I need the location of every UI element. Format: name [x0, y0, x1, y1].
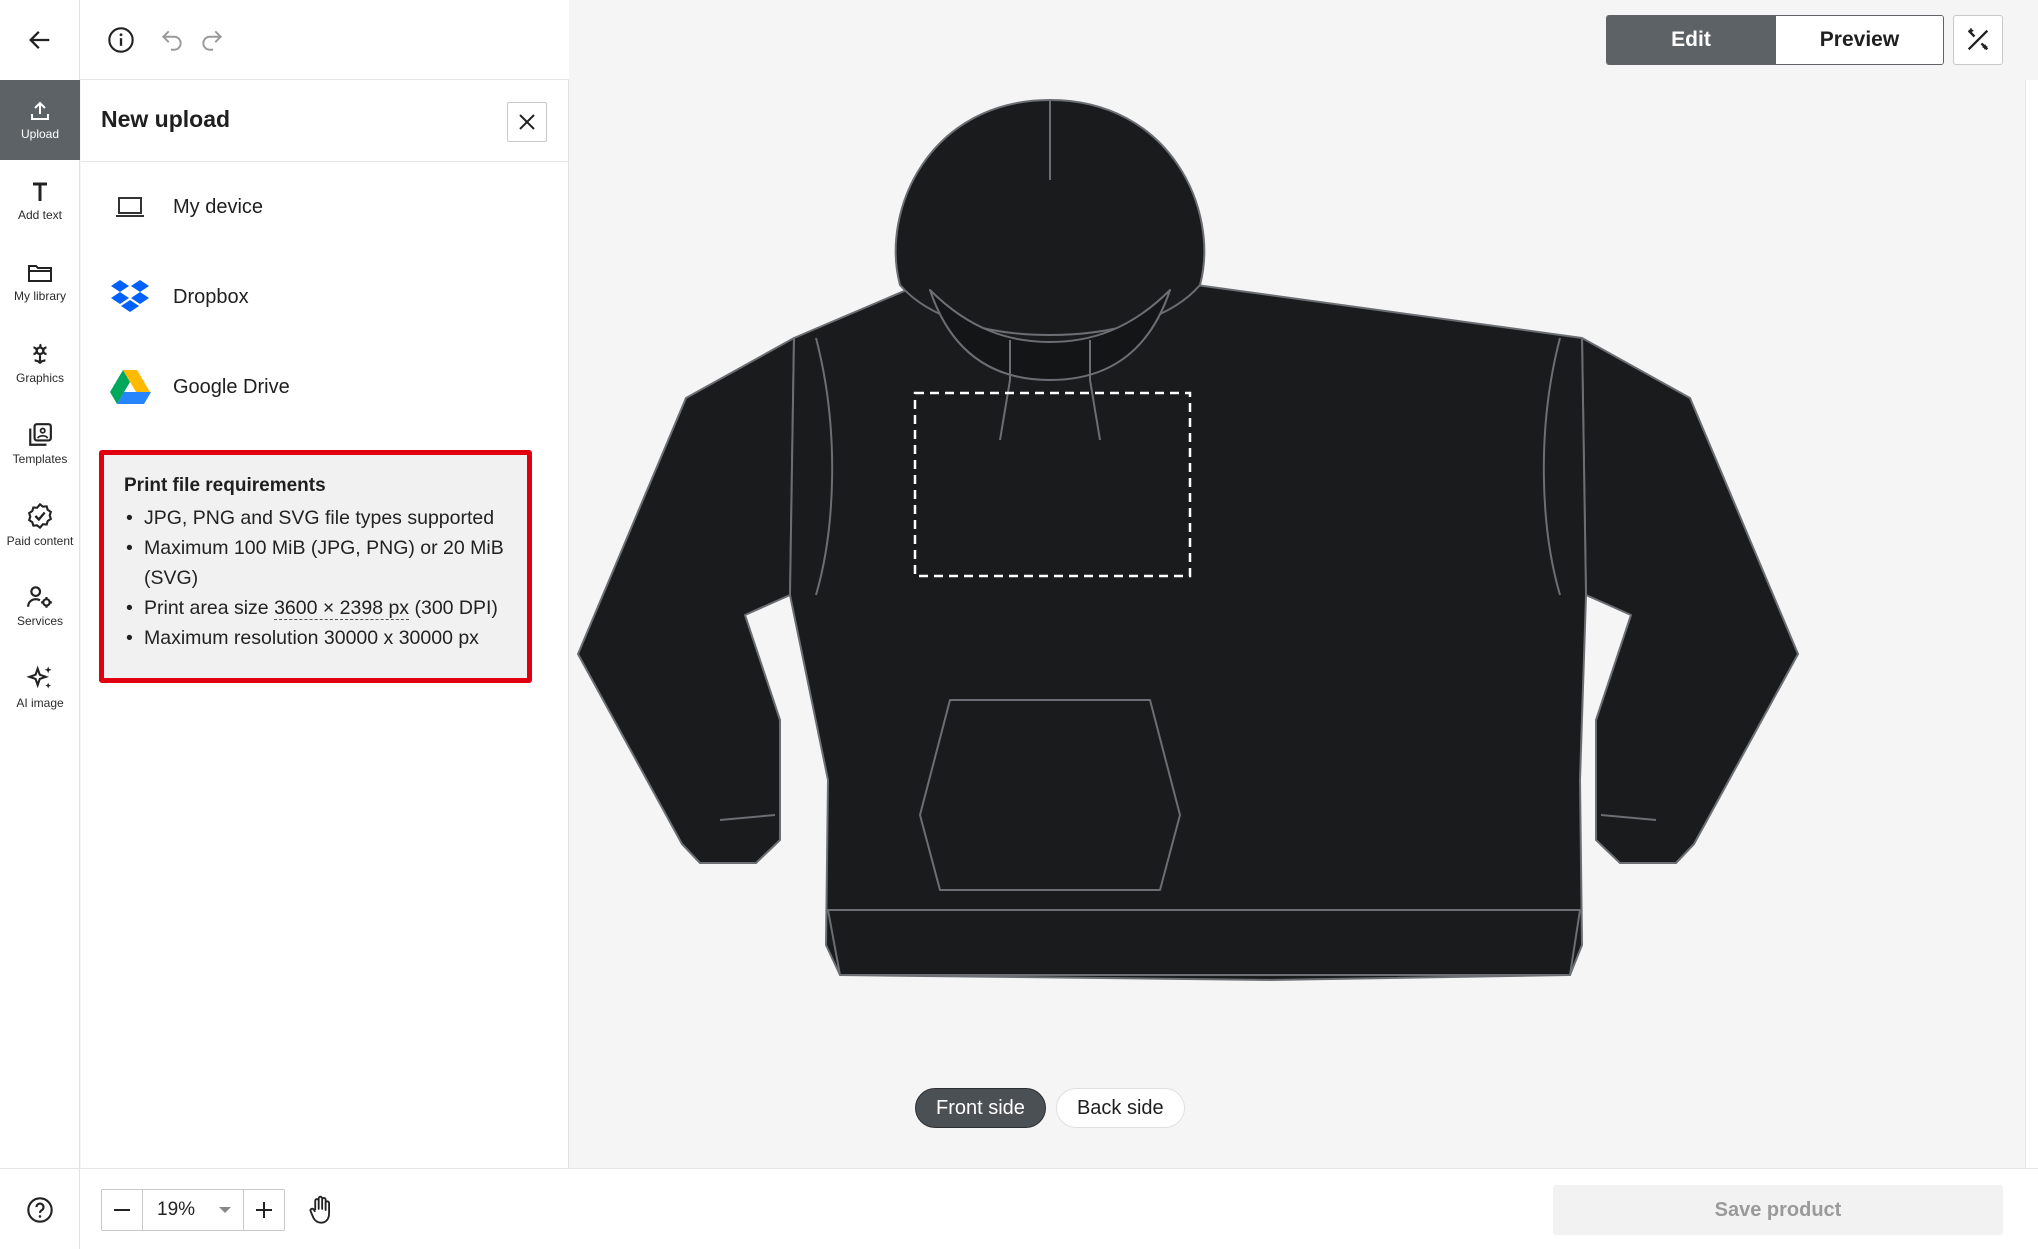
rail-item-paid-content[interactable]: Paid content	[0, 485, 80, 565]
zoom-in-button[interactable]	[244, 1190, 284, 1230]
source-dropbox[interactable]: Dropbox	[81, 252, 569, 342]
redo-button[interactable]	[192, 20, 232, 60]
panel-title: New upload	[101, 106, 231, 132]
magic-tools-button[interactable]	[1953, 15, 2003, 65]
rail-label: Upload	[20, 127, 60, 141]
info-icon	[108, 27, 134, 53]
zoom-control: 19%	[101, 1189, 285, 1231]
requirement-text: (300 DPI)	[409, 597, 498, 619]
template-icon	[29, 423, 52, 446]
product-editor: Edit Preview Upload Add text My library …	[0, 0, 2038, 1249]
hoodie-mockup	[577, 99, 1799, 981]
panel-header: New upload	[81, 80, 569, 162]
plus-icon	[256, 1202, 272, 1218]
chevron-down-icon	[219, 1207, 231, 1213]
badge-check-icon	[27, 502, 53, 530]
edit-preview-toggle: Edit Preview	[1606, 15, 1944, 65]
hand-icon	[309, 1195, 330, 1224]
close-icon	[519, 114, 535, 130]
side-toggle: Front side Back side	[915, 1088, 1185, 1128]
folder-icon	[28, 265, 52, 282]
source-google-drive[interactable]: Google Drive	[81, 342, 569, 432]
flower-icon	[33, 343, 47, 364]
requirement-item: Maximum 100 MiB (JPG, PNG) or 20 MiB (SV…	[124, 533, 519, 593]
minus-icon	[114, 1209, 130, 1211]
rail-label: AI image	[16, 696, 64, 710]
rail-item-my-library[interactable]: My library	[0, 242, 80, 322]
services-icon	[27, 586, 52, 608]
design-canvas[interactable]: Front side Back side	[570, 80, 2025, 1169]
help-icon	[26, 1196, 53, 1223]
source-my-device[interactable]: My device	[81, 162, 569, 252]
rail-label: Add text	[17, 208, 63, 222]
tool-rail: Upload Add text My library Graphics Temp…	[0, 80, 80, 1169]
info-button[interactable]	[101, 20, 141, 60]
zoom-level-select[interactable]: 19%	[142, 1190, 244, 1230]
rail-label: Paid content	[6, 534, 74, 548]
print-requirements-box: Print file requirements JPG, PNG and SVG…	[99, 450, 532, 683]
google-drive-icon	[110, 370, 151, 404]
upload-panel: New upload My device Dropbox Google Driv…	[81, 80, 569, 1169]
print-area-size[interactable]: 3600 × 2398 px	[274, 597, 410, 620]
upload-icon	[31, 101, 49, 120]
dropbox-icon	[111, 280, 149, 312]
rail-item-upload[interactable]: Upload	[0, 80, 80, 160]
preview-button[interactable]: Preview	[1775, 16, 1943, 64]
close-panel-button[interactable]	[507, 102, 547, 142]
rail-item-ai-image[interactable]: AI image	[0, 647, 80, 727]
rail-label: My library	[13, 289, 66, 303]
rail-label: Services	[16, 614, 63, 628]
save-product-button[interactable]: Save product	[1553, 1185, 2003, 1235]
source-label: Dropbox	[173, 285, 249, 308]
rail-item-add-text[interactable]: Add text	[0, 161, 80, 241]
source-label: My device	[173, 195, 264, 218]
rail-item-graphics[interactable]: Graphics	[0, 323, 80, 403]
arrow-left-icon	[28, 31, 49, 49]
requirement-text: Print area size	[144, 597, 275, 619]
rail-label: Graphics	[15, 371, 65, 385]
undo-button[interactable]	[152, 20, 192, 60]
front-side-button[interactable]: Front side	[915, 1088, 1046, 1128]
edit-button[interactable]: Edit	[1607, 16, 1775, 64]
laptop-icon	[116, 197, 144, 217]
zoom-value: 19%	[157, 1199, 196, 1220]
pan-tool-button[interactable]	[300, 1189, 342, 1231]
requirements-list: JPG, PNG and SVG file types supported Ma…	[124, 503, 527, 653]
requirements-title: Print file requirements	[124, 475, 326, 496]
requirement-item: Print area size 3600 × 2398 px (300 DPI)	[124, 593, 519, 623]
text-icon	[33, 182, 47, 201]
back-side-button[interactable]: Back side	[1055, 1088, 1185, 1128]
zoom-out-button[interactable]	[102, 1190, 142, 1230]
top-bar: Edit Preview	[0, 0, 2038, 80]
right-edge	[2025, 80, 2038, 1169]
redo-icon	[202, 30, 223, 51]
requirement-item: JPG, PNG and SVG file types supported	[124, 503, 519, 533]
help-button[interactable]	[0, 1169, 80, 1249]
sparkle-icon	[26, 665, 52, 689]
rail-item-services[interactable]: Services	[0, 566, 80, 646]
requirement-item: Maximum resolution 30000 x 30000 px	[124, 623, 519, 653]
back-button[interactable]	[0, 0, 80, 80]
magic-wand-icon	[1967, 28, 1989, 51]
rail-label: Templates	[12, 452, 68, 466]
undo-icon	[161, 30, 182, 51]
rail-item-templates[interactable]: Templates	[0, 404, 80, 484]
bottom-bar: 19% Save product	[0, 1168, 2038, 1249]
source-label: Google Drive	[173, 375, 290, 398]
